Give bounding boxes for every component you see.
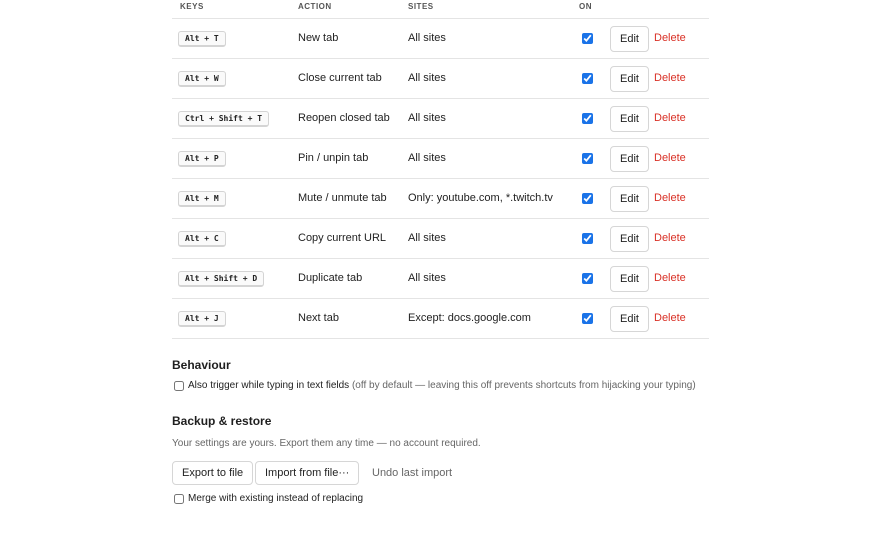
table-row: Alt + M Mute / unmute tab Only: youtube.co… xyxy=(172,179,709,219)
enabled-checkbox[interactable] xyxy=(582,73,593,84)
table-row: Alt + Shift + D Duplicate tab All sites Edi… xyxy=(172,259,709,299)
sites-cell: All sites xyxy=(408,152,446,164)
action-cell: Duplicate tab xyxy=(298,272,363,284)
table-row: Alt + W Close current tab All sites Edit Del… xyxy=(172,59,709,99)
shortcut-keys: Alt + P xyxy=(178,151,226,167)
shortcut-keys: Alt + M xyxy=(178,191,226,207)
edit-button[interactable]: Edit xyxy=(610,226,649,252)
typing-option-checkbox[interactable] xyxy=(174,380,184,391)
sites-cell: All sites xyxy=(408,272,446,284)
column-header-on: ON xyxy=(579,2,592,11)
delete-link[interactable]: Delete xyxy=(654,312,686,324)
shortcuts-table: KEYS ACTION SITES ON Alt + T New tab All s… xyxy=(172,0,709,339)
edit-button[interactable]: Edit xyxy=(610,186,649,212)
action-cell: Pin / unpin tab xyxy=(298,152,369,164)
merge-option-label: Merge with existing instead of replacing xyxy=(188,493,364,504)
table-row: Ctrl + Shift + T Reopen closed tab All sit… xyxy=(172,99,709,139)
backup-heading: Backup & restore xyxy=(172,414,272,428)
shortcut-keys: Alt + W xyxy=(178,71,226,87)
enabled-checkbox[interactable] xyxy=(582,273,593,284)
edit-button[interactable]: Edit xyxy=(610,66,649,92)
action-cell: Mute / unmute tab xyxy=(298,192,387,204)
merge-option-checkbox[interactable] xyxy=(174,493,184,504)
edit-button[interactable]: Edit xyxy=(610,146,649,172)
delete-link[interactable]: Delete xyxy=(654,112,686,124)
table-header: KEYS ACTION SITES ON xyxy=(172,0,709,19)
behaviour-heading: Behaviour xyxy=(172,358,231,372)
table-row: Alt + J Next tab Except: docs.google.com Ed… xyxy=(172,299,709,339)
edit-button[interactable]: Edit xyxy=(610,106,649,132)
typing-option[interactable]: Also trigger while typing in text fields… xyxy=(174,380,696,391)
shortcut-keys: Alt + Shift + D xyxy=(178,271,265,287)
action-cell: Next tab xyxy=(298,312,339,324)
action-cell: Reopen closed tab xyxy=(298,112,390,124)
table-row: Alt + T New tab All sites Edit Delete xyxy=(172,19,709,59)
sites-cell: All sites xyxy=(408,232,446,244)
delete-link[interactable]: Delete xyxy=(654,152,686,164)
edit-button[interactable]: Edit xyxy=(610,266,649,292)
edit-button[interactable]: Edit xyxy=(610,306,649,332)
table-row: Alt + C Copy current URL All sites Edit Dele… xyxy=(172,219,709,259)
typing-option-note: (off by default — leaving this off preve… xyxy=(351,380,696,391)
delete-link[interactable]: Delete xyxy=(654,272,686,284)
merge-option[interactable]: Merge with existing instead of replacing xyxy=(174,493,363,504)
delete-link[interactable]: Delete xyxy=(654,72,686,84)
shortcut-keys: Alt + C xyxy=(178,231,226,247)
column-header-keys: KEYS xyxy=(180,2,204,11)
enabled-checkbox[interactable] xyxy=(582,193,593,204)
typing-option-label: Also trigger while typing in text fields xyxy=(188,380,350,391)
undo-import-button[interactable]: Undo last import xyxy=(362,461,463,485)
column-header-action: ACTION xyxy=(298,2,332,11)
action-cell: Close current tab xyxy=(298,72,382,84)
action-cell: Copy current URL xyxy=(298,232,387,244)
enabled-checkbox[interactable] xyxy=(582,313,593,324)
enabled-checkbox[interactable] xyxy=(582,233,593,244)
shortcut-keys: Ctrl + Shift + T xyxy=(178,111,270,127)
backup-description: Your settings are yours. Export them any… xyxy=(172,438,481,449)
sites-cell: All sites xyxy=(408,72,446,84)
shortcut-keys: Alt + T xyxy=(178,31,226,47)
sites-cell: Except: docs.google.com xyxy=(408,312,531,324)
delete-link[interactable]: Delete xyxy=(654,232,686,244)
export-button[interactable]: Export to file xyxy=(172,461,254,485)
sites-cell: All sites xyxy=(408,112,446,124)
delete-link[interactable]: Delete xyxy=(654,192,686,204)
table-row: Alt + P Pin / unpin tab All sites Edit Delet… xyxy=(172,139,709,179)
sites-cell: All sites xyxy=(408,32,446,44)
sites-cell: Only: youtube.com, *.twitch.tv xyxy=(408,192,553,204)
enabled-checkbox[interactable] xyxy=(582,33,593,44)
edit-button[interactable]: Edit xyxy=(610,26,649,52)
shortcut-keys: Alt + J xyxy=(178,311,226,327)
delete-link[interactable]: Delete xyxy=(654,32,686,44)
import-button[interactable]: Import from file··· xyxy=(255,461,360,485)
column-header-sites: SITES xyxy=(408,2,434,11)
enabled-checkbox[interactable] xyxy=(582,113,593,124)
enabled-checkbox[interactable] xyxy=(582,153,593,164)
table-body: Alt + T New tab All sites Edit Delete Alt + W… xyxy=(172,19,709,339)
action-cell: New tab xyxy=(298,32,339,44)
